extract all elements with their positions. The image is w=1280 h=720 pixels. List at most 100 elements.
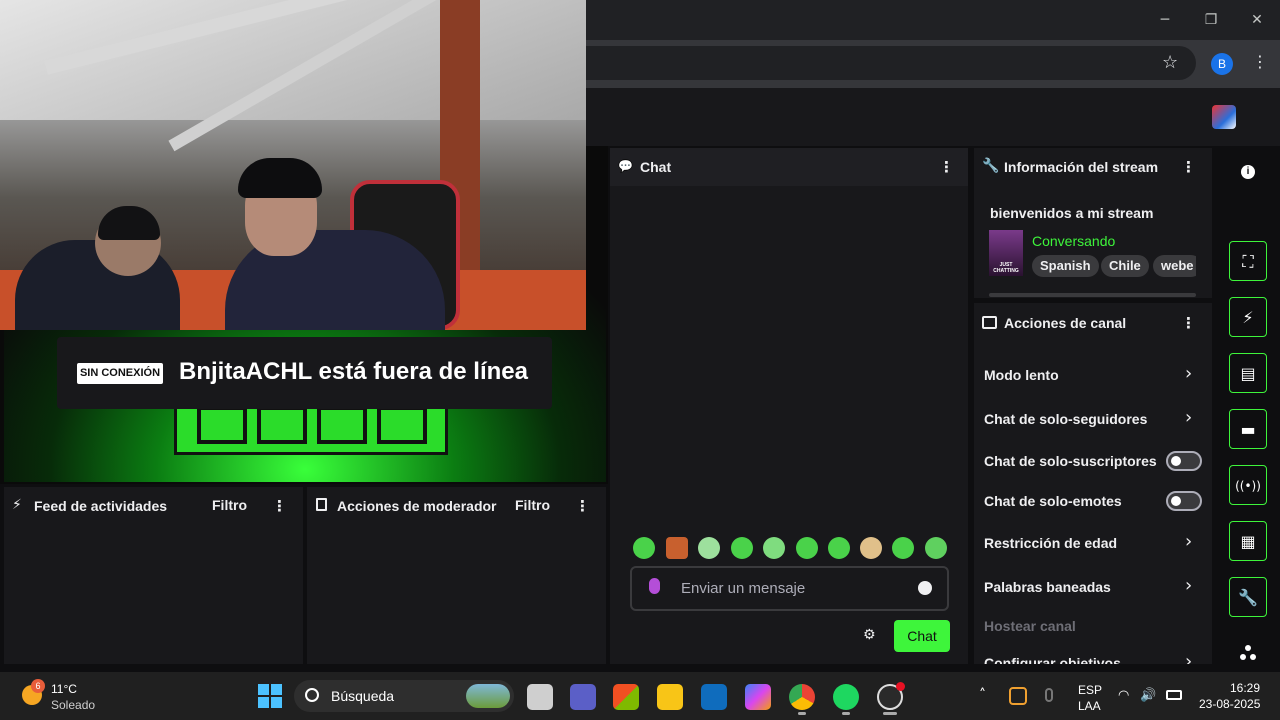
- running-indicator: [842, 712, 850, 715]
- keyboard-layout[interactable]: LAA: [1078, 699, 1101, 713]
- address-bar[interactable]: [586, 46, 1196, 80]
- tag[interactable]: Spanish: [1032, 255, 1099, 277]
- notes-icon[interactable]: ▤: [1229, 353, 1267, 393]
- weather-condition: Soleado: [51, 698, 96, 712]
- microphone-icon[interactable]: [1045, 688, 1053, 702]
- emotes-only-toggle[interactable]: [1166, 491, 1202, 511]
- emote-icon[interactable]: [796, 537, 818, 559]
- wrench-icon[interactable]: 🔧: [1229, 577, 1267, 617]
- copilot-icon[interactable]: [745, 684, 771, 710]
- microphone-icon[interactable]: [649, 578, 660, 594]
- mod-actions-menu-icon[interactable]: ⋮: [575, 497, 590, 515]
- more-icon[interactable]: [1240, 645, 1256, 661]
- lightning-icon[interactable]: ⚡: [1229, 297, 1267, 337]
- action-followers-only[interactable]: Chat de solo-seguidores: [984, 411, 1147, 427]
- action-subscribers-only: Chat de solo-suscriptores: [984, 453, 1157, 469]
- chat-menu-icon[interactable]: ⋮: [939, 158, 954, 176]
- bookmark-star-icon[interactable]: ☆: [1162, 52, 1178, 73]
- activity-feed-filter[interactable]: Filtro: [212, 497, 247, 513]
- weather-badge: 6: [31, 679, 45, 693]
- chevron-right-icon[interactable]: ›: [1185, 363, 1192, 384]
- mod-actions-filter[interactable]: Filtro: [515, 497, 550, 513]
- channel-actions-menu-icon[interactable]: ⋮: [1181, 314, 1196, 332]
- webcam-overlay: [0, 0, 586, 330]
- wrench-icon: 🔧: [982, 158, 1000, 174]
- store-icon[interactable]: [613, 684, 639, 710]
- action-host-channel: Hostear canal: [984, 618, 1076, 634]
- chat-send-button[interactable]: Chat: [894, 620, 950, 652]
- close-icon[interactable]: ✕: [1245, 8, 1269, 32]
- offline-message: BnjitaACHL está fuera de línea: [179, 358, 528, 385]
- scrollbar[interactable]: [989, 293, 1196, 297]
- layout-icon[interactable]: ▦: [1229, 521, 1267, 561]
- channel-actions-list: Modo lento › Chat de solo-seguidores › C…: [974, 352, 1212, 664]
- document-icon: [316, 498, 327, 511]
- broadcast-icon[interactable]: ((•)): [1229, 465, 1267, 505]
- volume-icon[interactable]: 🔊: [1140, 688, 1156, 703]
- file-explorer-icon[interactable]: [657, 684, 683, 710]
- category-box-art: JUST CHATTING: [989, 230, 1023, 276]
- emote-icon[interactable]: [828, 537, 850, 559]
- browser-menu-icon[interactable]: ⋮: [1252, 52, 1268, 71]
- profile-avatar[interactable]: B: [1211, 53, 1233, 75]
- emote-icon[interactable]: [892, 537, 914, 559]
- teams-icon[interactable]: [570, 684, 596, 710]
- screenshot-icon[interactable]: ⛶: [1229, 241, 1267, 281]
- chat-placeholder: Enviar un mensaje: [681, 580, 806, 597]
- chevron-right-icon[interactable]: ›: [1185, 651, 1192, 664]
- emote-icon[interactable]: [698, 537, 720, 559]
- chevron-up-icon[interactable]: ˄: [979, 687, 986, 703]
- chevron-right-icon[interactable]: ›: [1185, 531, 1192, 552]
- outlook-icon[interactable]: [701, 684, 727, 710]
- emote-icon[interactable]: [860, 537, 882, 559]
- info-icon[interactable]: i: [1241, 165, 1255, 179]
- lightning-icon: ⚡: [12, 497, 22, 513]
- chat-bubble-icon: 💬: [618, 159, 633, 173]
- action-banned-words[interactable]: Palabras baneadas: [984, 579, 1111, 595]
- emote-icon[interactable]: [763, 537, 785, 559]
- search-highlight-image: [466, 684, 510, 708]
- task-view-icon[interactable]: [527, 684, 553, 710]
- activity-feed-title: Feed de actividades: [34, 498, 168, 514]
- chat-bubble-icon[interactable]: ▬: [1229, 409, 1267, 449]
- tag[interactable]: webe: [1153, 255, 1196, 277]
- gear-icon[interactable]: ⚙: [863, 627, 876, 643]
- tag-list: Spanish Chile webe: [1032, 255, 1196, 279]
- input-language[interactable]: ESP: [1078, 683, 1102, 697]
- recording-indicator: [896, 682, 905, 691]
- sync-icon[interactable]: [1009, 687, 1027, 705]
- chrome-icon[interactable]: [789, 684, 815, 710]
- clock-date[interactable]: 23-08-2025: [1199, 697, 1260, 711]
- action-age-restriction[interactable]: Restricción de edad: [984, 535, 1117, 551]
- spotify-icon[interactable]: [833, 684, 859, 710]
- action-goals[interactable]: Configurar objetivos: [984, 655, 1121, 664]
- subscribers-only-toggle[interactable]: [1166, 451, 1202, 471]
- search-icon: [305, 688, 319, 702]
- extension-icon[interactable]: [1212, 105, 1236, 129]
- battery-icon[interactable]: [1166, 690, 1182, 700]
- emote-icon[interactable]: [925, 537, 947, 559]
- channel-actions-icon: [982, 316, 997, 329]
- chat-title: Chat: [640, 159, 672, 175]
- tag[interactable]: Chile: [1101, 255, 1149, 277]
- offline-badge: SIN CONEXIÓN: [77, 363, 163, 384]
- restore-icon[interactable]: ❐: [1199, 8, 1223, 32]
- emote-icon[interactable]: [731, 537, 753, 559]
- emote-icon[interactable]: [633, 537, 655, 559]
- chevron-right-icon[interactable]: ›: [1185, 407, 1192, 428]
- chevron-right-icon[interactable]: ›: [1185, 575, 1192, 596]
- stream-info-title: Información del stream: [1004, 159, 1159, 175]
- wifi-icon[interactable]: ◠: [1118, 688, 1129, 703]
- mod-actions-title: Acciones de moderador: [337, 498, 497, 514]
- emote-icon[interactable]: [666, 537, 688, 559]
- emote-picker-icon[interactable]: [918, 581, 932, 595]
- stream-info-menu-icon[interactable]: ⋮: [1181, 158, 1196, 176]
- minimize-icon[interactable]: ─: [1153, 8, 1177, 32]
- windows-start-icon[interactable]: [258, 684, 282, 708]
- clock-time[interactable]: 16:29: [1230, 681, 1260, 695]
- activity-feed-menu-icon[interactable]: ⋮: [272, 497, 287, 515]
- box-art-text: JUST CHATTING: [993, 262, 1019, 274]
- action-emotes-only: Chat de solo-emotes: [984, 493, 1122, 509]
- action-slow-mode[interactable]: Modo lento: [984, 367, 1059, 383]
- category-name[interactable]: Conversando: [1032, 233, 1115, 249]
